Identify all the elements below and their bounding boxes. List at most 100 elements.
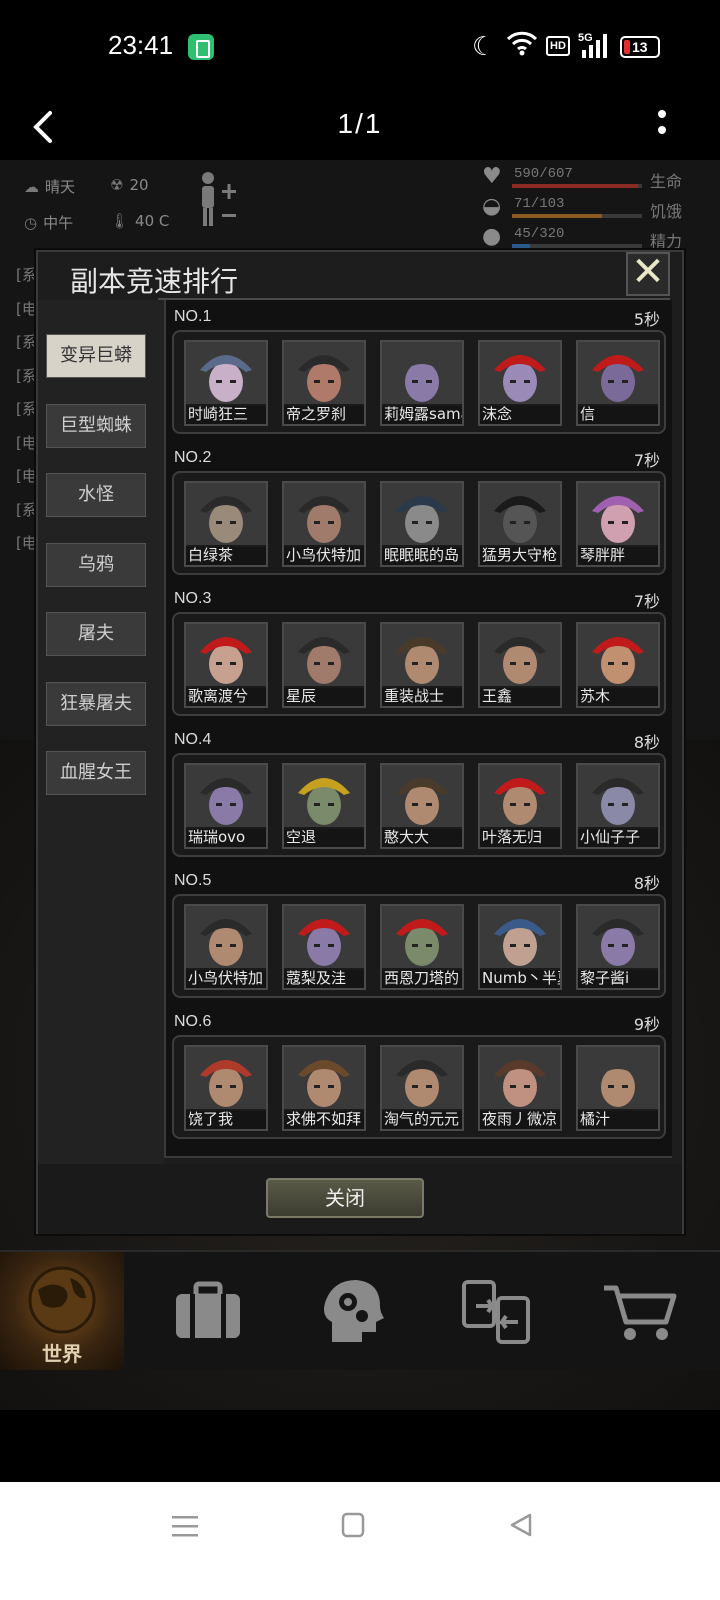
temperature-indicator: 🌡 40 C — [110, 212, 170, 230]
player-avatar — [284, 1047, 364, 1111]
dungeon-tab[interactable]: 狂暴屠夫 — [46, 681, 146, 726]
signal-5g-icon: 5G — [578, 32, 607, 58]
log-line: [系 — [16, 366, 37, 385]
dungeon-tab[interactable]: 血腥女王 — [46, 751, 146, 795]
body-status-icon[interactable] — [194, 170, 240, 230]
player-avatar — [480, 483, 560, 547]
player-card[interactable]: 橘汁 — [576, 1045, 660, 1131]
player-card[interactable]: 夜雨丿微凉 — [478, 1045, 562, 1131]
player-card[interactable]: 白绿茶 — [184, 481, 268, 567]
player-avatar — [382, 624, 462, 688]
dungeon-tab[interactable]: 水怪 — [46, 473, 146, 517]
hd-badge: HD — [546, 36, 570, 56]
player-card[interactable]: 信 — [576, 340, 660, 426]
dungeon-tab[interactable]: 变异巨蟒 — [46, 334, 146, 378]
nav-tab-transfer[interactable] — [434, 1252, 558, 1370]
player-card[interactable]: 小鸟伏特加 — [282, 481, 366, 567]
stat-label: 生命 — [650, 172, 683, 191]
player-name: Numb丶半夏 — [480, 968, 560, 988]
player-avatar — [186, 906, 266, 970]
player-name: 瑞瑞ovo — [186, 827, 266, 847]
brain-icon: ● — [482, 224, 502, 249]
player-card[interactable]: 猛男大守枪 — [478, 481, 562, 567]
rank-number: NO.6 — [174, 1013, 212, 1030]
game-bottom-nav: 世界 — [0, 1250, 720, 1370]
player-avatar — [578, 483, 658, 547]
player-card[interactable]: 歌离渡兮 — [184, 622, 268, 708]
player-avatar — [186, 624, 266, 688]
ranking-list[interactable]: NO.1 5秒 时崎狂三 帝之罗刹 莉姆露sama 沫念信 NO.2 7秒 白绿茶 小鸟伏特加 眠眠… — [164, 300, 672, 1158]
dungeon-tab[interactable]: 巨型蜘蛛 — [46, 403, 146, 448]
player-card[interactable]: 沫念 — [478, 340, 562, 426]
player-name: 叶落无归 — [480, 827, 560, 847]
player-avatar — [578, 1047, 658, 1111]
rank-number: NO.2 — [174, 449, 212, 466]
rank-header: NO.3 7秒 — [174, 586, 664, 612]
player-name: 莉姆露sama — [382, 404, 462, 424]
rank-team-row: 瑞瑞ovo 空退 憨大大 叶落无归 小仙子子 — [172, 753, 666, 857]
player-name: 猛男大守枪 — [480, 545, 560, 565]
rank-team-row: 饶了我 求佛不如拜 淘气的元元 夜雨丿微凉 橘汁 — [172, 1035, 666, 1139]
nav-tab-head-gear[interactable] — [290, 1252, 414, 1370]
player-card[interactable]: 饶了我 — [184, 1045, 268, 1131]
player-card[interactable]: 时崎狂三 — [184, 340, 268, 426]
player-avatar — [186, 483, 266, 547]
player-avatar — [382, 765, 462, 829]
clear-time: 8秒 — [633, 733, 660, 752]
player-name: 信 — [578, 404, 658, 424]
player-avatar — [284, 483, 364, 547]
dungeon-tab[interactable]: 乌鸦 — [46, 542, 146, 587]
nav-tab-cart[interactable] — [578, 1252, 702, 1370]
player-card[interactable]: 眠眠眠的岛 — [380, 481, 464, 567]
stat-value: 590/607 — [514, 166, 573, 182]
close-x-icon[interactable]: ✕ — [626, 250, 670, 296]
time-of-day-indicator: ◷ 中午 — [24, 214, 74, 232]
player-card[interactable]: 小仙子子 — [576, 763, 660, 849]
nav-tab-briefcase[interactable] — [146, 1252, 270, 1370]
player-name: 苏木 — [578, 686, 658, 706]
dialog-footer: 关闭 — [38, 1164, 682, 1234]
rank-number: NO.3 — [174, 590, 212, 607]
player-card[interactable]: 重装战士 — [380, 622, 464, 708]
menu-icon[interactable] — [172, 1514, 198, 1538]
system-nav-bar — [0, 1482, 720, 1600]
player-card[interactable]: 西恩刀塔的 — [380, 904, 464, 990]
log-line: [系 — [16, 400, 37, 418]
player-name: 空退 — [284, 827, 364, 847]
player-card[interactable]: Numb丶半夏 — [478, 904, 562, 990]
player-avatar — [186, 1047, 266, 1111]
player-card[interactable]: 淘气的元元 — [380, 1045, 464, 1131]
player-avatar — [578, 342, 658, 406]
player-card[interactable]: 帝之罗刹 — [282, 340, 366, 426]
player-card[interactable]: 空退 — [282, 763, 366, 849]
player-card[interactable]: 黎子酱i — [576, 904, 660, 990]
more-options-icon[interactable] — [658, 110, 666, 142]
player-avatar — [284, 765, 364, 829]
player-name: 憨大大 — [382, 827, 462, 847]
stat-label: 饥饿 — [650, 202, 683, 221]
home-icon[interactable] — [341, 1512, 365, 1538]
player-card[interactable]: 莉姆露sama — [380, 340, 464, 426]
player-card[interactable]: 苏木 — [576, 622, 660, 708]
nav-label: 世界 — [42, 1342, 82, 1366]
player-card[interactable]: 王鑫 — [478, 622, 562, 708]
player-card[interactable]: 琴胖胖 — [576, 481, 660, 567]
transfer-icon — [462, 1280, 530, 1344]
player-avatar — [480, 906, 560, 970]
player-card[interactable]: 求佛不如拜 — [282, 1045, 366, 1131]
player-card[interactable]: 憨大大 — [380, 763, 464, 849]
back-triangle-icon[interactable] — [508, 1512, 534, 1538]
close-button[interactable]: 关闭 — [266, 1178, 424, 1218]
player-avatar — [578, 765, 658, 829]
nav-tab-globe[interactable]: 世界 — [0, 1252, 124, 1370]
status-bar: 23:41 ☾ HD 5G 13 — [0, 0, 720, 96]
player-card[interactable]: 星辰 — [282, 622, 366, 708]
player-name: 淘气的元元 — [382, 1109, 462, 1129]
player-card[interactable]: 瑞瑞ovo — [184, 763, 268, 849]
player-card[interactable]: 小鸟伏特加 — [184, 904, 268, 990]
player-card[interactable]: 蔻梨及洼 — [282, 904, 366, 990]
briefcase-icon — [176, 1281, 240, 1338]
player-card[interactable]: 叶落无归 — [478, 763, 562, 849]
clear-time: 7秒 — [633, 592, 660, 611]
dungeon-tab[interactable]: 屠夫 — [46, 612, 146, 656]
